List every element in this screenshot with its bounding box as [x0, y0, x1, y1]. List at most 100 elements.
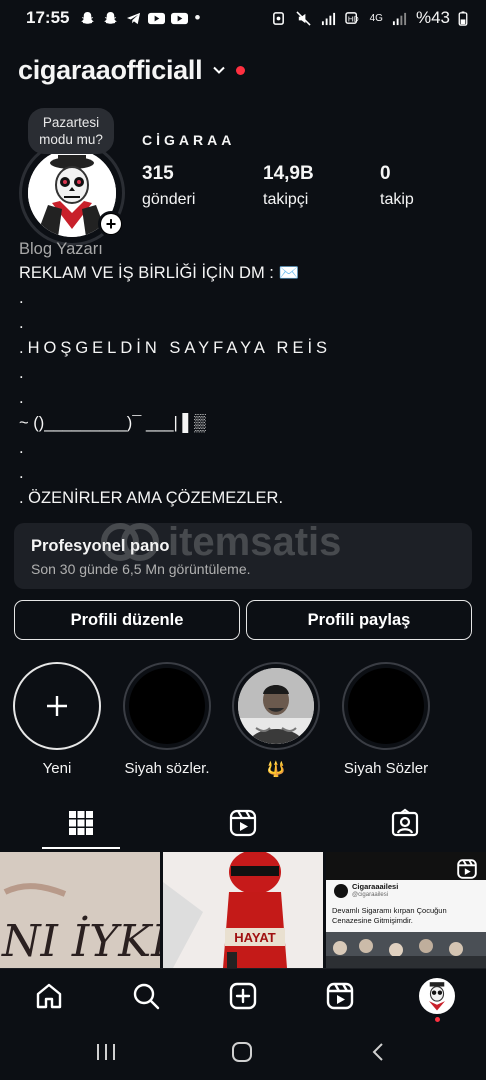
alarm-icon [272, 11, 284, 25]
bio-line: . [19, 314, 24, 332]
highlight-cover [129, 668, 205, 744]
profile-tabs [0, 800, 486, 850]
bio-line: ~ ()_________)¯ ___| ▌▒ [19, 414, 206, 432]
volte-icon: HD [344, 11, 359, 24]
mini-avatar [334, 884, 348, 898]
username-switcher[interactable]: cigaraaofficiall [18, 55, 203, 86]
highlight-label: 🔱 [266, 761, 286, 778]
post-sign-text: HAYAT [234, 930, 275, 945]
post-handle: @cigaraailesi [352, 892, 389, 898]
status-bar: 17:55 • HD 4G %43 [0, 0, 486, 36]
post-thumbnail[interactable]: Cigaraaailesi @cigaraailesi Devamlı Siga… [326, 852, 486, 968]
followers-count: 14,9B [263, 163, 314, 184]
highlight-cover [348, 668, 424, 744]
highlight-item[interactable]: Siyah Sözler [341, 662, 431, 777]
highlight-item[interactable]: 🔱 [231, 662, 321, 778]
mute-icon [296, 10, 311, 26]
bio-line: . [19, 289, 24, 307]
highlight-new[interactable]: Yeni [12, 662, 102, 777]
telegram-icon [127, 12, 141, 24]
crowd-image [326, 932, 486, 968]
dashboard-subtitle: Son 30 günde 6,5 Mn görüntüleme. [31, 561, 251, 577]
plus-icon [47, 696, 67, 716]
bio-line: . [19, 464, 24, 482]
dashboard-title: Profesyonel pano [31, 537, 170, 555]
reels-icon[interactable] [228, 808, 258, 838]
tagged-icon[interactable] [390, 808, 420, 838]
profile-header: cigaraaofficiall [18, 50, 246, 90]
add-story-button[interactable]: + [98, 211, 124, 237]
snapchat-icon [81, 11, 95, 24]
network-type: 4G [369, 12, 383, 24]
post-thumbnail[interactable]: NI İYKİ [0, 852, 160, 968]
home-icon[interactable] [34, 981, 64, 1011]
stat-following[interactable]: 0 takip [380, 163, 414, 209]
bio: Blog Yazarı REKLAM VE İŞ BİRLİĞİ İÇİN DM… [19, 240, 479, 514]
highlight-cover [238, 668, 314, 744]
post-thumbnail[interactable]: HAYAT [163, 852, 323, 968]
status-time: 17:55 [26, 8, 70, 27]
youtube-icon [148, 12, 166, 24]
posts-label: gönderi [142, 191, 196, 208]
post-caption: Devamlı Sigaramı kırpan Çocuğun Cenazesi… [332, 906, 447, 925]
followers-label: takipçi [263, 191, 309, 208]
skull-logo-icon [421, 980, 453, 1012]
battery-percent: %43 [415, 8, 450, 27]
highlight-ring [232, 662, 320, 750]
youtube-icon [171, 12, 189, 24]
plus-icon: + [101, 214, 121, 234]
notification-dot [435, 1017, 440, 1022]
battery-icon [458, 10, 468, 26]
edit-profile-button[interactable]: Profili düzenle [14, 600, 240, 640]
back-icon[interactable] [368, 1042, 390, 1062]
system-indicators: HD 4G %43 [270, 8, 468, 28]
notification-icons: • [79, 8, 200, 28]
bio-line: . [19, 439, 24, 457]
recent-apps-icon[interactable] [95, 1042, 117, 1062]
stat-posts[interactable]: 315 gönderi [142, 163, 195, 209]
chevron-down-icon[interactable] [212, 63, 226, 77]
highlight-ring [342, 662, 430, 750]
highlight-ring [13, 662, 101, 750]
signal-icon [321, 12, 335, 25]
highlight-item[interactable]: Siyah sözler. [122, 662, 212, 777]
following-count: 0 [380, 163, 391, 184]
portrait-image [238, 668, 314, 744]
category-label: Blog Yazarı [19, 240, 103, 258]
reels-icon [457, 859, 477, 879]
highlight-label: Yeni [42, 760, 72, 777]
note-bubble[interactable]: Pazartesi modu mu? [28, 108, 114, 154]
highlight-label: Siyah sözler. [124, 760, 210, 777]
system-navigation [0, 1024, 486, 1080]
bio-line: . [19, 364, 24, 382]
more-notifications-dot: • [194, 8, 201, 27]
profile-avatar[interactable]: + [19, 140, 125, 246]
post-image: HAYAT [163, 852, 323, 968]
home-button-icon[interactable] [231, 1042, 253, 1062]
bottom-navigation [0, 968, 486, 1024]
profile-tab-avatar[interactable] [419, 978, 455, 1014]
following-label: takip [380, 191, 414, 208]
search-icon[interactable] [131, 981, 161, 1011]
display-name: CİGARAA [142, 132, 236, 148]
bio-line: . ÖZENİRLER AMA ÇÖZEMEZLER. [19, 489, 284, 507]
professional-dashboard[interactable]: Profesyonel pano Son 30 günde 6,5 Mn gör… [14, 523, 472, 589]
bio-line: REKLAM VE İŞ BİRLİĞİ İÇİN DM : ✉️ [19, 264, 300, 282]
bio-line: . [19, 389, 24, 407]
reels-icon[interactable] [325, 981, 355, 1011]
bio-line: .HOŞGELDİN SAYFAYA REİS [19, 339, 332, 357]
post-grid: NI İYKİ HAYAT Cigaraaailesi @cigaraailes… [0, 852, 486, 968]
snapchat-icon [104, 11, 118, 24]
grid-icon[interactable] [66, 808, 96, 838]
stat-followers[interactable]: 14,9B takipçi [263, 163, 314, 209]
post-image: NI İYKİ [0, 852, 160, 968]
active-tab-indicator [42, 847, 120, 849]
posts-count: 315 [142, 163, 174, 184]
svg-text:HD: HD [348, 14, 359, 23]
signal-icon [392, 12, 407, 25]
svg-text:NI İYKİ: NI İYKİ [1, 914, 160, 967]
highlight-ring [123, 662, 211, 750]
create-post-icon[interactable] [228, 981, 258, 1011]
share-profile-button[interactable]: Profili paylaş [246, 600, 472, 640]
highlight-label: Siyah Sözler [343, 760, 429, 777]
